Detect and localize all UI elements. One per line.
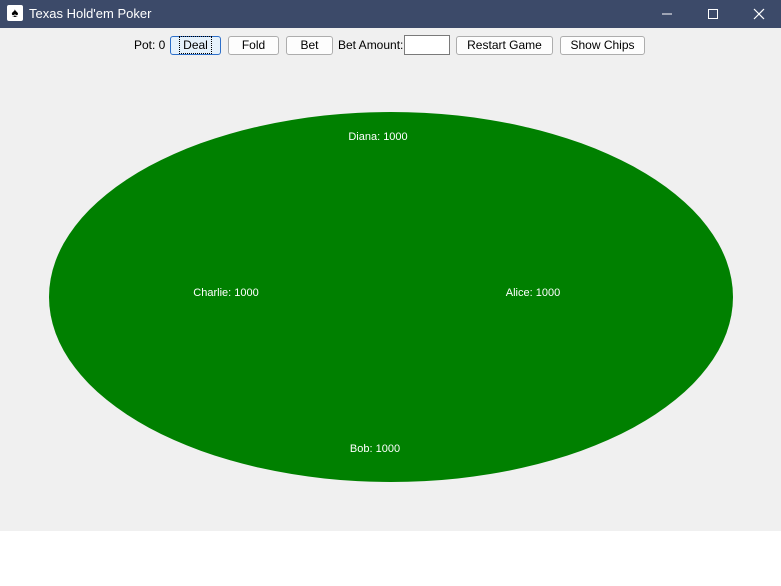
player-seat-top: Diana: 1000 (348, 131, 408, 143)
player-seat-left: Charlie: 1000 (193, 287, 259, 299)
player-seat-right: Alice: 1000 (505, 287, 561, 299)
player-seat-bottom: Bob: 1000 (349, 443, 401, 455)
poker-table-felt (49, 112, 733, 482)
poker-window: ♠ Texas Hold'em Poker Pot: 0 Deal Fold B… (0, 0, 781, 531)
